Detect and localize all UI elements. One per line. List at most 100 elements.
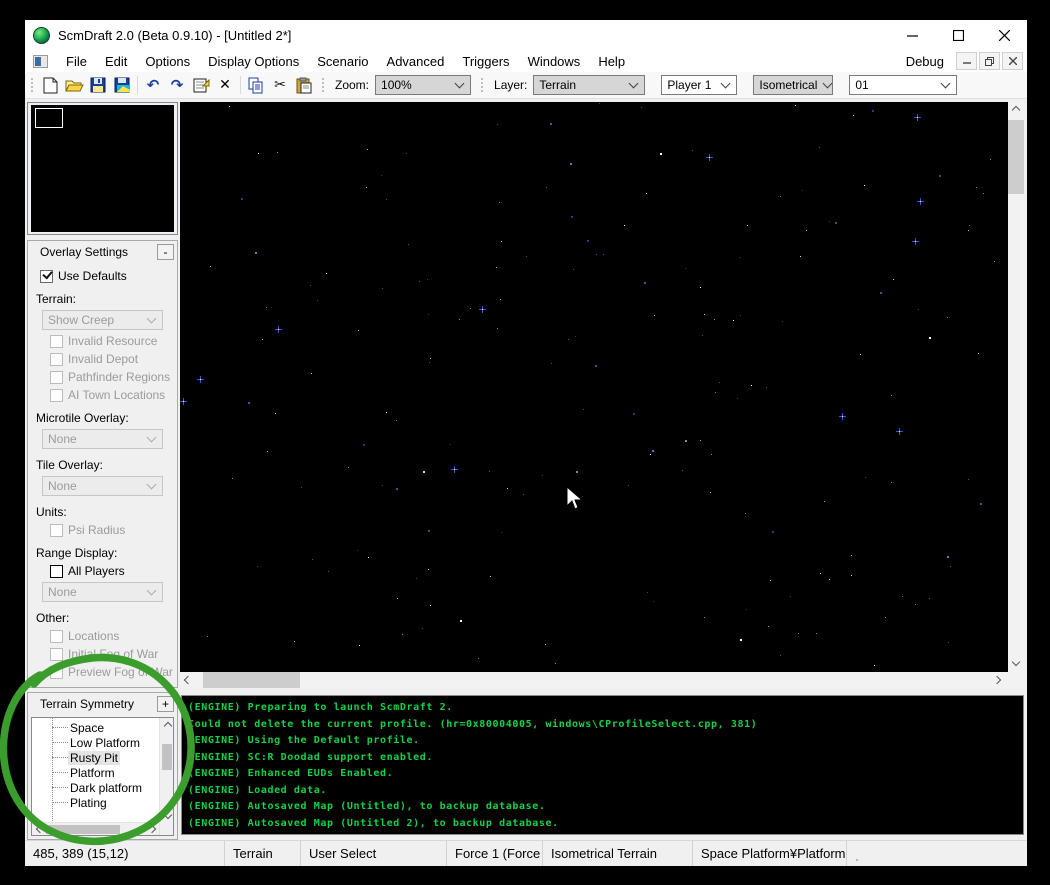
tree-item[interactable]: Plating bbox=[32, 795, 159, 810]
star bbox=[994, 261, 995, 262]
tree-vertical-scrollbar[interactable] bbox=[159, 718, 173, 835]
all-players-checkbox[interactable]: All Players bbox=[50, 564, 173, 578]
star bbox=[526, 256, 527, 257]
canvas-vertical-scrollbar[interactable] bbox=[1008, 102, 1024, 672]
menu-item[interactable]: Display Options bbox=[199, 52, 308, 71]
brush-combobox[interactable]: 01 bbox=[849, 75, 958, 95]
view-mode-combobox[interactable]: Isometrical bbox=[753, 75, 834, 95]
document-icon[interactable] bbox=[33, 54, 48, 68]
tree-item[interactable]: Platform bbox=[32, 765, 159, 780]
collapse-panel-button[interactable]: - bbox=[157, 244, 174, 260]
delete-button[interactable]: ✕ bbox=[213, 74, 237, 96]
title-bar[interactable]: ScmDraft 2.0 (Beta 0.9.10) - [Untitled 2… bbox=[25, 20, 1027, 50]
paste-clipboard-icon bbox=[296, 77, 312, 93]
menu-item[interactable]: Help bbox=[589, 52, 634, 71]
mdi-restore-button[interactable] bbox=[979, 52, 1000, 70]
use-defaults-checkbox[interactable]: Use Defaults bbox=[40, 269, 173, 283]
scroll-right-icon[interactable] bbox=[992, 672, 1008, 688]
tree-item[interactable]: Dark platform bbox=[32, 780, 159, 795]
cross-star bbox=[479, 306, 486, 313]
terrain-section-label: Terrain: bbox=[36, 292, 77, 306]
zoom-combobox[interactable]: 100% bbox=[375, 75, 472, 95]
checkbox-label: All Players bbox=[68, 564, 125, 578]
tree-horizontal-scrollbar[interactable] bbox=[32, 822, 159, 835]
scroll-left-icon[interactable] bbox=[32, 823, 44, 835]
undo-button[interactable]: ↶ bbox=[141, 74, 165, 96]
save-button[interactable] bbox=[86, 74, 110, 96]
units-section-label: Units: bbox=[36, 505, 67, 519]
scroll-up-icon[interactable] bbox=[1008, 102, 1024, 118]
maximize-icon bbox=[952, 29, 964, 41]
menu-item[interactable]: Scenario bbox=[308, 52, 377, 71]
cut-button[interactable]: ✂ bbox=[268, 74, 292, 96]
app-icon bbox=[33, 26, 50, 44]
menu-item[interactable]: Advanced bbox=[378, 52, 454, 71]
star bbox=[501, 241, 502, 242]
scroll-up-icon[interactable] bbox=[161, 718, 173, 730]
star bbox=[772, 531, 774, 533]
star bbox=[968, 230, 969, 231]
scroll-down-icon[interactable] bbox=[1008, 656, 1024, 672]
tree-item[interactable]: Space bbox=[32, 720, 159, 735]
minimap-viewport[interactable] bbox=[35, 108, 63, 128]
player-combobox[interactable]: Player 1 bbox=[661, 75, 738, 95]
star bbox=[644, 282, 646, 284]
scroll-thumb[interactable] bbox=[46, 824, 120, 834]
map-canvas[interactable] bbox=[180, 102, 1008, 672]
paste-button[interactable] bbox=[292, 74, 316, 96]
tree-item[interactable]: Rusty Pit bbox=[32, 750, 159, 765]
star bbox=[692, 150, 693, 151]
console-panel[interactable]: (ENGINE) Preparing to launch ScmDraft 2.… bbox=[181, 695, 1024, 835]
overlay-checkbox: Locations bbox=[50, 629, 173, 643]
toolbar-grip[interactable] bbox=[320, 76, 325, 94]
chevron-down-icon bbox=[941, 80, 951, 90]
app-window: ScmDraft 2.0 (Beta 0.9.10) - [Untitled 2… bbox=[25, 20, 1027, 866]
mdi-minimize-button[interactable] bbox=[956, 52, 977, 70]
menu-item[interactable]: Options bbox=[136, 52, 199, 71]
tree-list[interactable]: Space Low Platform Rusty Pit Platform Da… bbox=[32, 718, 159, 835]
menu-item[interactable]: Triggers bbox=[453, 52, 518, 71]
resize-grip[interactable] bbox=[846, 841, 863, 866]
chevron-down-icon bbox=[823, 80, 833, 90]
sidebar: Overlay Settings - Use Defaults Terrain:… bbox=[25, 99, 180, 840]
scroll-thumb[interactable] bbox=[1008, 120, 1024, 194]
menu-item-debug[interactable]: Debug bbox=[896, 52, 954, 71]
new-button[interactable] bbox=[38, 74, 62, 96]
toolbar-grip[interactable] bbox=[29, 76, 34, 94]
tree-item[interactable]: Low Platform bbox=[32, 735, 159, 750]
scroll-thumb[interactable] bbox=[203, 672, 300, 688]
canvas-horizontal-scrollbar[interactable] bbox=[180, 672, 1008, 688]
expand-panel-button[interactable]: + bbox=[157, 696, 174, 712]
star bbox=[650, 454, 651, 455]
copy-button[interactable] bbox=[244, 74, 268, 96]
star bbox=[275, 413, 276, 414]
star bbox=[310, 285, 311, 286]
save-map-button[interactable] bbox=[110, 74, 134, 96]
checkbox-label: Psi Radius bbox=[68, 523, 126, 537]
overlay-settings-title: Overlay Settings bbox=[40, 245, 129, 259]
layer-combobox[interactable]: Terrain bbox=[533, 75, 646, 95]
star bbox=[555, 663, 556, 664]
minimap[interactable] bbox=[31, 105, 174, 232]
open-button[interactable] bbox=[62, 74, 86, 96]
properties-button[interactable] bbox=[189, 74, 213, 96]
maximize-button[interactable] bbox=[935, 20, 981, 50]
redo-button[interactable]: ↷ bbox=[165, 74, 189, 96]
menu-item[interactable]: Edit bbox=[96, 52, 136, 71]
undo-icon: ↶ bbox=[146, 75, 160, 94]
scroll-left-icon[interactable] bbox=[180, 672, 196, 688]
menu-item[interactable]: Windows bbox=[519, 52, 590, 71]
minimize-button[interactable] bbox=[889, 20, 935, 50]
star bbox=[969, 225, 970, 226]
scroll-right-icon[interactable] bbox=[147, 823, 159, 835]
close-button[interactable] bbox=[981, 20, 1027, 50]
star bbox=[363, 444, 365, 446]
menu-item[interactable]: File bbox=[57, 52, 96, 71]
star bbox=[929, 598, 930, 599]
star bbox=[685, 440, 687, 442]
scroll-thumb[interactable] bbox=[161, 744, 172, 770]
mdi-close-button[interactable] bbox=[1002, 52, 1023, 70]
toolbar-grip[interactable] bbox=[479, 76, 485, 94]
scroll-down-icon[interactable] bbox=[161, 809, 173, 821]
zoom-label: Zoom: bbox=[335, 78, 370, 92]
